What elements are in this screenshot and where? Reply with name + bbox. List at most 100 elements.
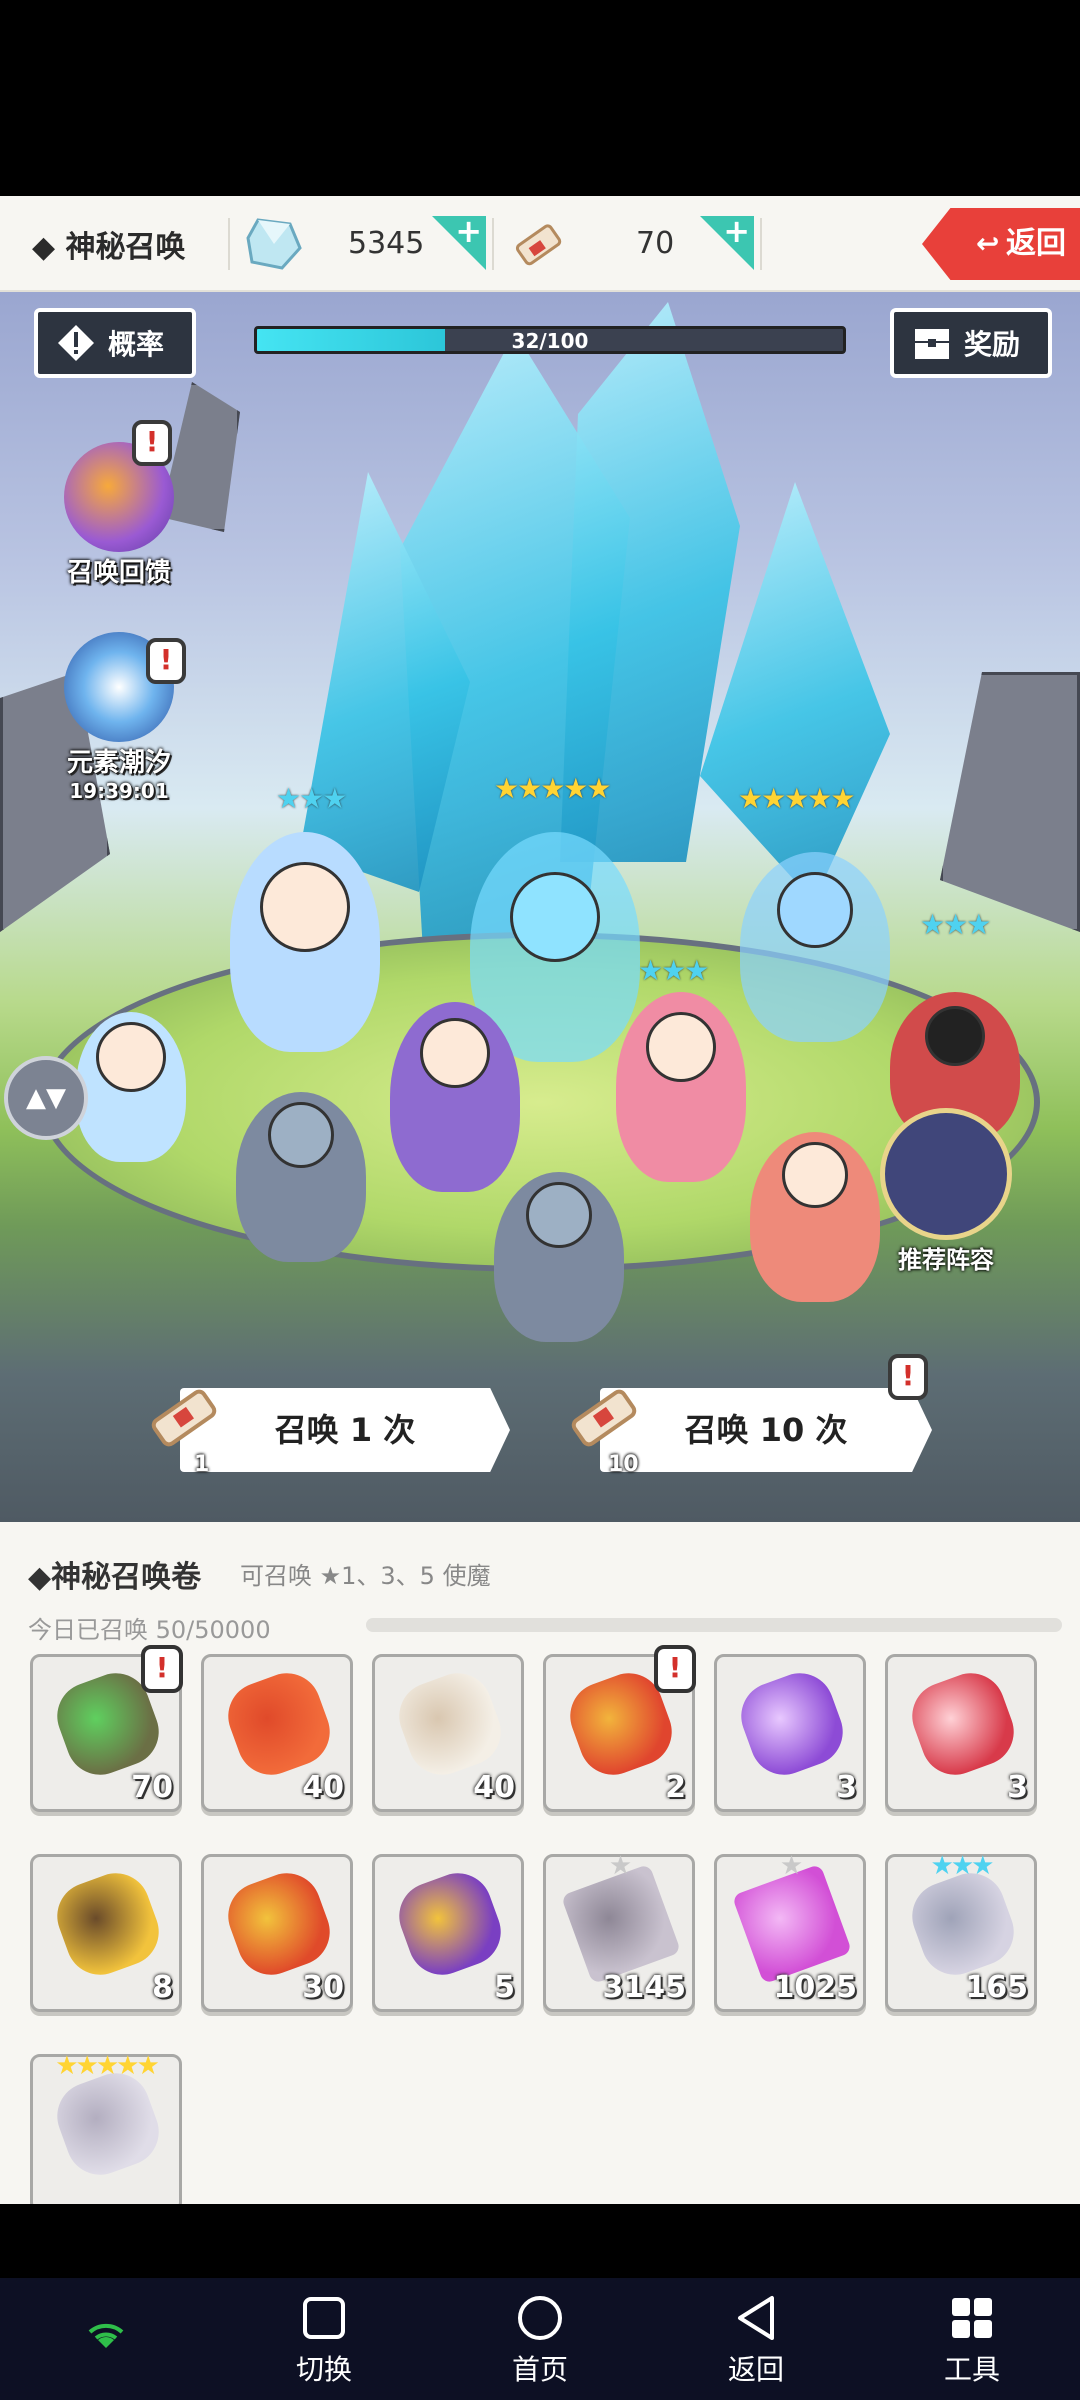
summon-feedback-button[interactable]: 召唤回馈 [44,442,194,589]
red-scroll-icon [902,1663,1024,1785]
crystal-ring-icon [902,1863,1024,1985]
alert-badge: ! [141,1645,183,1693]
inventory-title: ◆神秘召唤卷 [28,1560,202,1595]
item-count: 3 [1007,1770,1028,1805]
scroll-icon [151,1389,217,1447]
scroll-cost: 1 [194,1452,210,1477]
nav-switch-button[interactable]: 切换 [264,2288,384,2388]
nav-back-button[interactable]: 返回 [696,2288,816,2388]
hero-blue-knight[interactable] [740,852,890,1042]
scroll-arrows-button[interactable]: ▲▼ [4,1056,88,1140]
hero-centaur[interactable] [390,1002,520,1192]
back-label: 返回 [1006,226,1066,261]
top-bar: ◆ 神秘召唤 5345 + 70 + ↩ 返回 [0,196,1080,292]
scroll-cost: 10 [608,1452,639,1477]
return-icon: ↩ [976,227,1000,260]
summon-feedback-label: 召唤回馈 [66,558,171,588]
back-button[interactable]: ↩ 返回 [922,208,1080,280]
hero-stars: ★★★★★ [738,782,856,815]
inventory-item[interactable]: 3 [885,1654,1037,1812]
hero-knight-2[interactable] [494,1172,624,1342]
gem-count: 5345 [348,226,425,261]
item-count: 40 [473,1770,515,1805]
rate-label: 概率 [108,328,165,361]
game-screen: ◆ 神秘召唤 5345 + 70 + ↩ 返回 概率 32/100 奖励 召唤回… [0,0,1080,2400]
divider [760,218,762,270]
rock [940,672,1080,932]
hero-stars: ★★★ [276,782,347,815]
progress-text: 32/100 [511,329,589,353]
inventory-item[interactable]: ★ 1025 [714,1851,866,2012]
nav-back-label: 返回 [727,2353,784,2386]
hero-stars: ★★★★★ [494,772,612,805]
item-count: 3 [836,1770,857,1805]
nav-switch-label: 切换 [295,2353,352,2386]
scroll-count: 70 [636,226,675,261]
wifi-icon [88,2323,124,2348]
rate-button[interactable]: 概率 [34,308,196,378]
divider [228,218,230,270]
alert-badge: ! [146,638,186,684]
summon-once-label: 召唤 1 次 [274,1411,416,1449]
item-count: 3145 [602,1970,687,2005]
item-count: 5 [494,1970,515,2005]
hero-ice-girl[interactable] [230,832,380,1052]
alert-badge: ! [888,1354,928,1400]
add-scroll-button[interactable]: + [700,216,754,270]
nav-home-button[interactable]: 首页 [480,2288,600,2388]
inventory-item[interactable]: ★★★★★ [30,2051,182,2204]
hero-frost-child[interactable] [76,1012,186,1162]
inventory-item[interactable]: 40 [201,1654,353,1812]
reward-label: 奖励 [964,328,1021,361]
red-gold-scroll-icon [218,1863,340,1985]
item-stars: ★ [608,1851,632,1881]
inventory-item[interactable]: 2! [543,1645,696,1812]
item-count: 1025 [773,1970,858,2005]
hero-bandit-girl[interactable] [616,992,746,1182]
inventory-item[interactable]: 5 [372,1854,524,2012]
element-tide-timer: 19:39:01 [69,779,169,803]
hero-knight-1[interactable] [236,1092,366,1262]
nav-tools-button[interactable]: 工具 [912,2288,1032,2388]
purple-gold-scroll-icon [389,1863,511,1985]
nav-tools-label: 工具 [943,2353,1000,2386]
page-title: ◆ 神秘召唤 [32,230,186,265]
summon-scene: 概率 32/100 奖励 召唤回馈 ! 元素潮汐 19:39:01 ! ★★★ … [0,292,1080,1522]
gold-scroll-icon [47,1863,169,1985]
add-gem-button[interactable]: + [432,216,486,270]
inventory-item[interactable]: 30 [201,1854,353,2012]
summon-ten-button[interactable]: 召唤 10 次 [600,1388,932,1472]
item-count: 8 [152,1970,173,2005]
item-stars: ★★★★★ [55,2051,160,2081]
scroll-icon [571,1389,637,1447]
inventory-item[interactable]: 3 [714,1654,866,1812]
lineup-icon [880,1108,1012,1240]
inventory-item[interactable]: 40 [372,1654,524,1812]
item-count: 30 [302,1970,344,2005]
inventory-item[interactable]: 70! [30,1645,183,1812]
chest-icon [915,329,949,359]
alert-badge: ! [654,1645,696,1693]
nav-home-label: 首页 [511,2353,568,2386]
today-summon-count: 今日已召唤 50/50000 [28,1616,271,1644]
summon-once-button[interactable]: 召唤 1 次 [180,1388,510,1472]
gem-icon [246,218,302,270]
inventory-item[interactable]: ★★★ 165 [885,1851,1037,2012]
inventory-item[interactable]: ★ 3145 [543,1851,695,2012]
item-stars: ★ [779,1851,803,1881]
warning-icon [58,325,94,361]
alert-badge: ! [132,420,172,466]
divider [492,218,494,270]
summon-scroll-inventory: ◆神秘召唤卷 可召唤 ★1、3、5 使魔 今日已召唤 50/50000 70! 4… [0,1522,1080,2204]
hero-winged-girl[interactable] [750,1132,880,1302]
item-stars: ★★★ [930,1851,995,1881]
today-progress-bar [366,1618,1062,1632]
element-tide-label: 元素潮汐 [66,748,171,778]
white-scroll-icon [389,1663,511,1785]
purple-shard-icon [731,1863,853,1985]
inventory-item[interactable]: 8 [30,1854,182,2012]
gray-shard-icon [560,1863,682,1985]
reward-button[interactable]: 奖励 [890,308,1052,378]
recommend-lineup-button[interactable]: 推荐阵容 [872,1108,1020,1274]
recommend-label: 推荐阵容 [898,1246,994,1274]
